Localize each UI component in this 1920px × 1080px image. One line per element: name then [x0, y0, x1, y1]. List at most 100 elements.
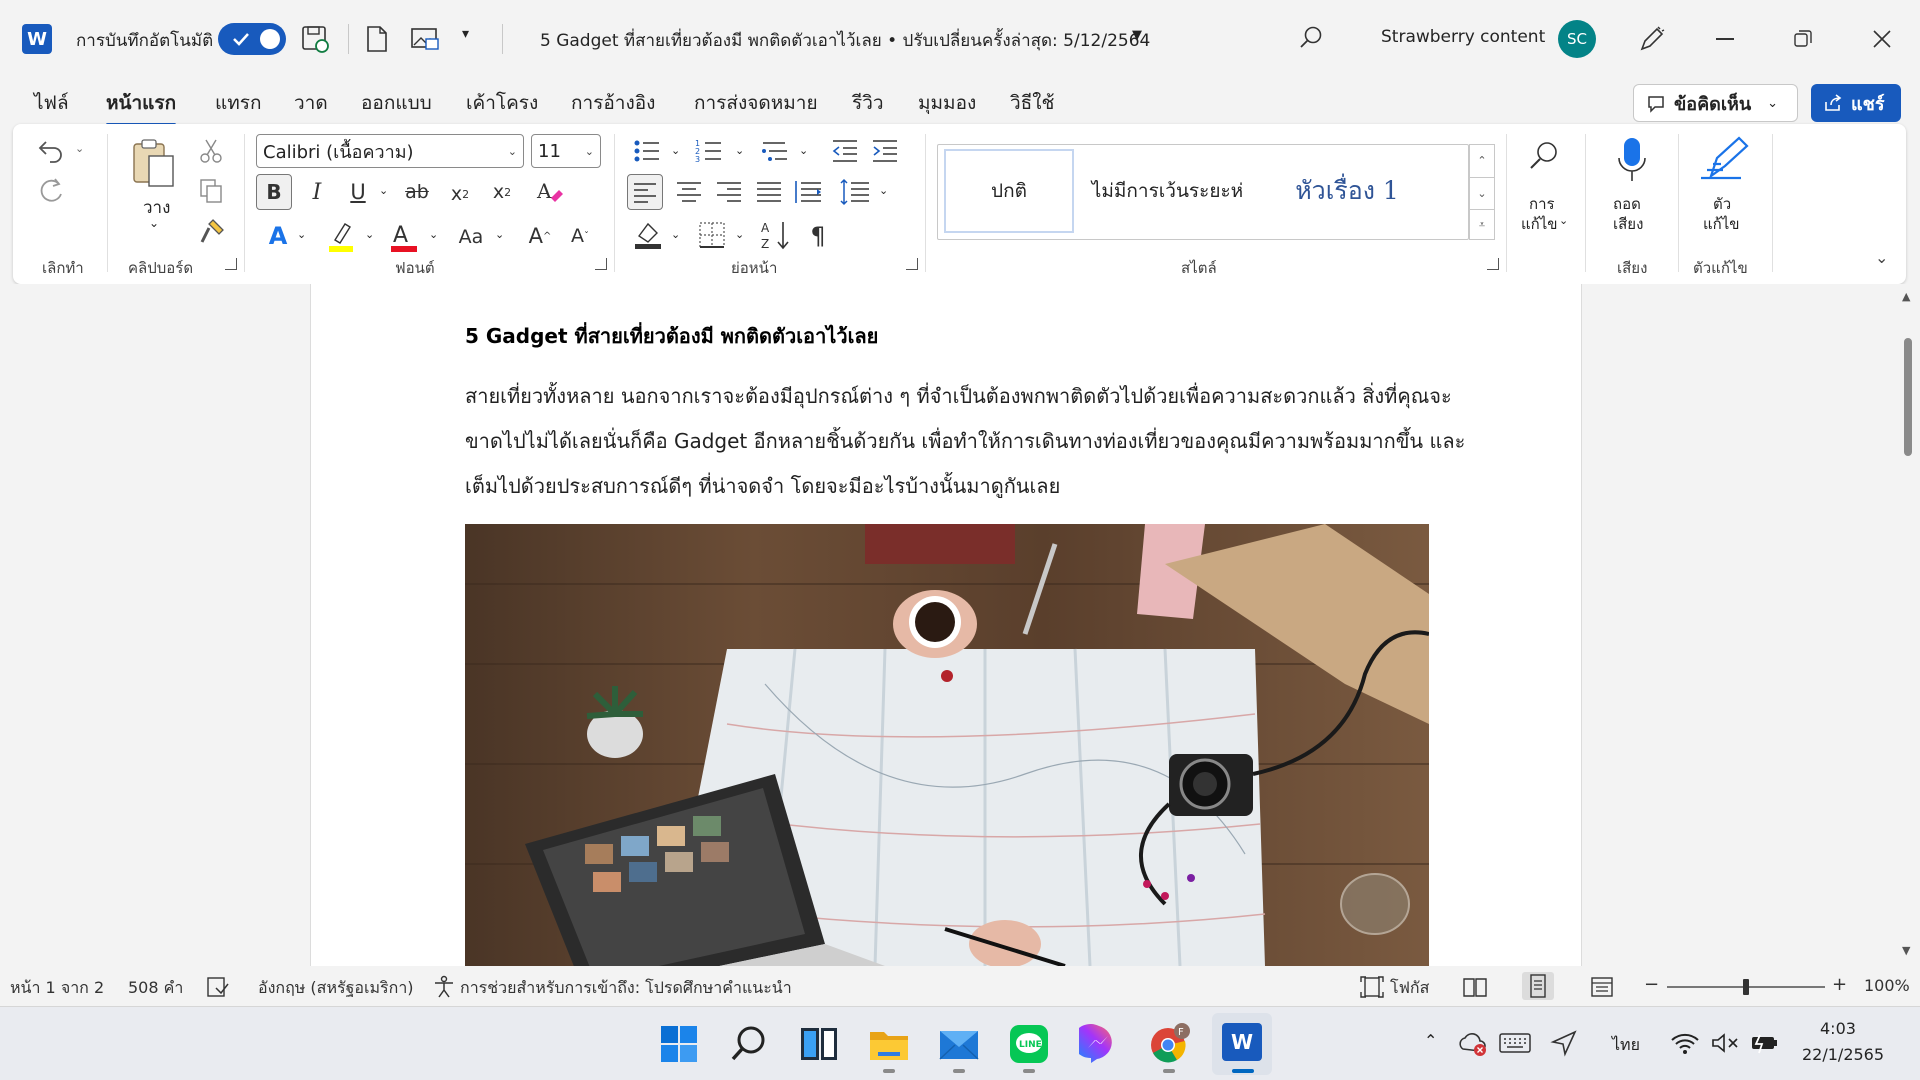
- shading-chevron-icon[interactable]: ⌄: [671, 228, 680, 241]
- editor-label-2[interactable]: แก้ไข: [1703, 212, 1740, 236]
- autosave-toggle[interactable]: [218, 23, 286, 55]
- tab-home[interactable]: หน้าแรก: [106, 88, 177, 126]
- font-color-chevron-icon[interactable]: ⌄: [429, 228, 438, 241]
- tab-references[interactable]: การอ้างอิง: [571, 88, 655, 118]
- subscript-button[interactable]: x2: [445, 176, 475, 212]
- borders-chevron-icon[interactable]: ⌄: [735, 228, 744, 241]
- title-chevron-down-icon[interactable]: ▼: [1132, 28, 1142, 43]
- tab-design[interactable]: ออกแบบ: [361, 88, 432, 118]
- show-formatting-marks-button[interactable]: ¶: [803, 220, 833, 252]
- undo-icon[interactable]: [37, 136, 67, 164]
- tab-layout[interactable]: เค้าโครง: [466, 88, 538, 118]
- mail-icon[interactable]: [936, 1021, 982, 1067]
- taskbar-search-icon[interactable]: [726, 1021, 772, 1067]
- multilevel-chevron-icon[interactable]: ⌄: [799, 144, 808, 157]
- styles-more-icon[interactable]: ⩡: [1470, 209, 1494, 239]
- start-windows-icon[interactable]: [656, 1021, 702, 1067]
- clear-formatting-icon[interactable]: A: [535, 178, 565, 208]
- multilevel-list-icon[interactable]: [761, 138, 789, 164]
- location-arrow-icon[interactable]: [1550, 1029, 1578, 1057]
- text-effects-button[interactable]: A: [263, 218, 293, 254]
- show-hidden-icons-chevron-icon[interactable]: ⌃: [1424, 1031, 1437, 1050]
- restore-button[interactable]: [1794, 30, 1812, 48]
- zoom-level[interactable]: 100%: [1864, 976, 1910, 995]
- editor-icon[interactable]: [1697, 136, 1753, 184]
- document-heading[interactable]: 5 Gadget ที่สายเที่ยวต้องมี พกติดตัวเอาไ…: [465, 320, 878, 352]
- language-status[interactable]: อังกฤษ (สหรัฐอเมริกา): [258, 976, 414, 1001]
- paragraph-line-2[interactable]: ขาดไปไม่ได้เลยนั่นก็คือ Gadget อีกหลายชิ…: [465, 425, 1465, 457]
- numbering-chevron-icon[interactable]: ⌄: [735, 144, 744, 157]
- comments-button[interactable]: ข้อคิดเห็น ⌄: [1633, 84, 1798, 122]
- document-page[interactable]: 5 Gadget ที่สายเที่ยวต้องมี พกติดตัวเอาไ…: [310, 284, 1582, 966]
- paste-chevron-icon[interactable]: ⌄: [149, 216, 159, 230]
- zoom-out-icon[interactable]: −: [1644, 974, 1659, 995]
- shrink-font-button[interactable]: Aˇ: [565, 218, 595, 254]
- zoom-slider[interactable]: [1667, 979, 1825, 995]
- sort-icon[interactable]: AZ: [761, 218, 793, 252]
- numbering-icon[interactable]: 123: [695, 138, 723, 164]
- tab-mailings[interactable]: การส่งจดหมาย: [694, 88, 818, 118]
- clock-date[interactable]: 22/1/2565: [1802, 1045, 1884, 1064]
- dictate-label-2[interactable]: เสียง: [1613, 212, 1643, 236]
- designer-pen-icon[interactable]: [1636, 25, 1666, 55]
- document-title[interactable]: 5 Gadget ที่สายเที่ยวต้องมี พกติดตัวเอาไ…: [540, 27, 1150, 54]
- highlight-icon[interactable]: [325, 220, 357, 254]
- scroll-up-icon[interactable]: ▲: [1902, 290, 1910, 303]
- format-painter-icon[interactable]: [199, 218, 227, 244]
- underline-chevron-icon[interactable]: ⌄: [379, 184, 388, 197]
- strikethrough-button[interactable]: ab: [399, 174, 435, 210]
- styles-down-chevron-icon[interactable]: ⌄: [1470, 177, 1494, 209]
- style-normal[interactable]: ปกติ: [944, 149, 1074, 233]
- tab-review[interactable]: รีวิว: [852, 88, 884, 118]
- paste-icon[interactable]: [131, 138, 177, 188]
- tab-file[interactable]: ไฟล์: [34, 88, 69, 118]
- bold-button[interactable]: B: [256, 174, 292, 210]
- scrollbar-thumb[interactable]: [1904, 338, 1912, 456]
- word-count[interactable]: 508 คำ: [128, 976, 183, 1001]
- collapse-ribbon-chevron-icon[interactable]: ⌄: [1875, 248, 1888, 267]
- align-left-button[interactable]: [627, 174, 663, 210]
- vertical-scrollbar[interactable]: ▲ ▼: [1896, 284, 1920, 966]
- change-case-chevron-icon[interactable]: ⌄: [495, 228, 504, 241]
- highlight-chevron-icon[interactable]: ⌄: [365, 228, 374, 241]
- styles-up-chevron-icon[interactable]: ⌃: [1470, 145, 1494, 177]
- align-center-icon[interactable]: [673, 175, 705, 209]
- text-effects-chevron-icon[interactable]: ⌄: [297, 228, 306, 241]
- keyboard-icon[interactable]: [1498, 1031, 1532, 1055]
- scroll-down-icon[interactable]: ▼: [1902, 944, 1910, 957]
- bullets-chevron-icon[interactable]: ⌄: [671, 144, 680, 157]
- wifi-icon[interactable]: [1670, 1031, 1700, 1055]
- paragraph-line-3[interactable]: เต็มไปด้วยประสบการณ์ดีๆ ที่น่าจดจำ โดยจะ…: [465, 470, 1060, 502]
- cut-icon[interactable]: [199, 138, 223, 164]
- undo-chevron-icon[interactable]: ⌄: [75, 142, 84, 155]
- line-spacing-chevron-icon[interactable]: ⌄: [879, 184, 888, 197]
- editing-chevron-icon[interactable]: ⌄: [1559, 214, 1568, 227]
- messenger-icon[interactable]: [1076, 1021, 1122, 1067]
- superscript-button[interactable]: x2: [487, 174, 517, 210]
- search-icon[interactable]: [1298, 25, 1324, 51]
- line-app-icon[interactable]: LINE: [1006, 1021, 1052, 1067]
- font-launcher-icon[interactable]: [595, 258, 607, 270]
- minimize-button[interactable]: [1716, 38, 1734, 40]
- focus-label[interactable]: โฟกัส: [1390, 976, 1429, 1001]
- focus-icon[interactable]: [1360, 975, 1384, 999]
- borders-icon[interactable]: [697, 220, 727, 250]
- increase-indent-icon[interactable]: [871, 138, 899, 164]
- picture-icon[interactable]: [410, 25, 440, 53]
- find-icon[interactable]: [1528, 140, 1560, 172]
- line-spacing-icon[interactable]: [839, 175, 871, 209]
- zoom-in-icon[interactable]: +: [1832, 974, 1847, 995]
- italic-button[interactable]: I: [302, 174, 332, 210]
- align-right-icon[interactable]: [713, 175, 745, 209]
- web-layout-icon[interactable]: [1590, 976, 1616, 998]
- style-no-spacing[interactable]: ไม่มีการเว้นระยะห่: [1080, 149, 1255, 233]
- editing-label-2[interactable]: แก้ไข: [1521, 212, 1558, 236]
- clipboard-launcher-icon[interactable]: [225, 258, 237, 270]
- font-color-icon[interactable]: A: [389, 220, 419, 254]
- close-button[interactable]: [1872, 29, 1892, 49]
- tab-insert[interactable]: แทรก: [215, 88, 261, 118]
- grow-font-button[interactable]: A ^: [525, 218, 555, 254]
- battery-charging-icon[interactable]: [1748, 1031, 1778, 1055]
- tab-help[interactable]: วิธีใช้: [1010, 88, 1054, 118]
- change-case-button[interactable]: Aa: [453, 220, 489, 254]
